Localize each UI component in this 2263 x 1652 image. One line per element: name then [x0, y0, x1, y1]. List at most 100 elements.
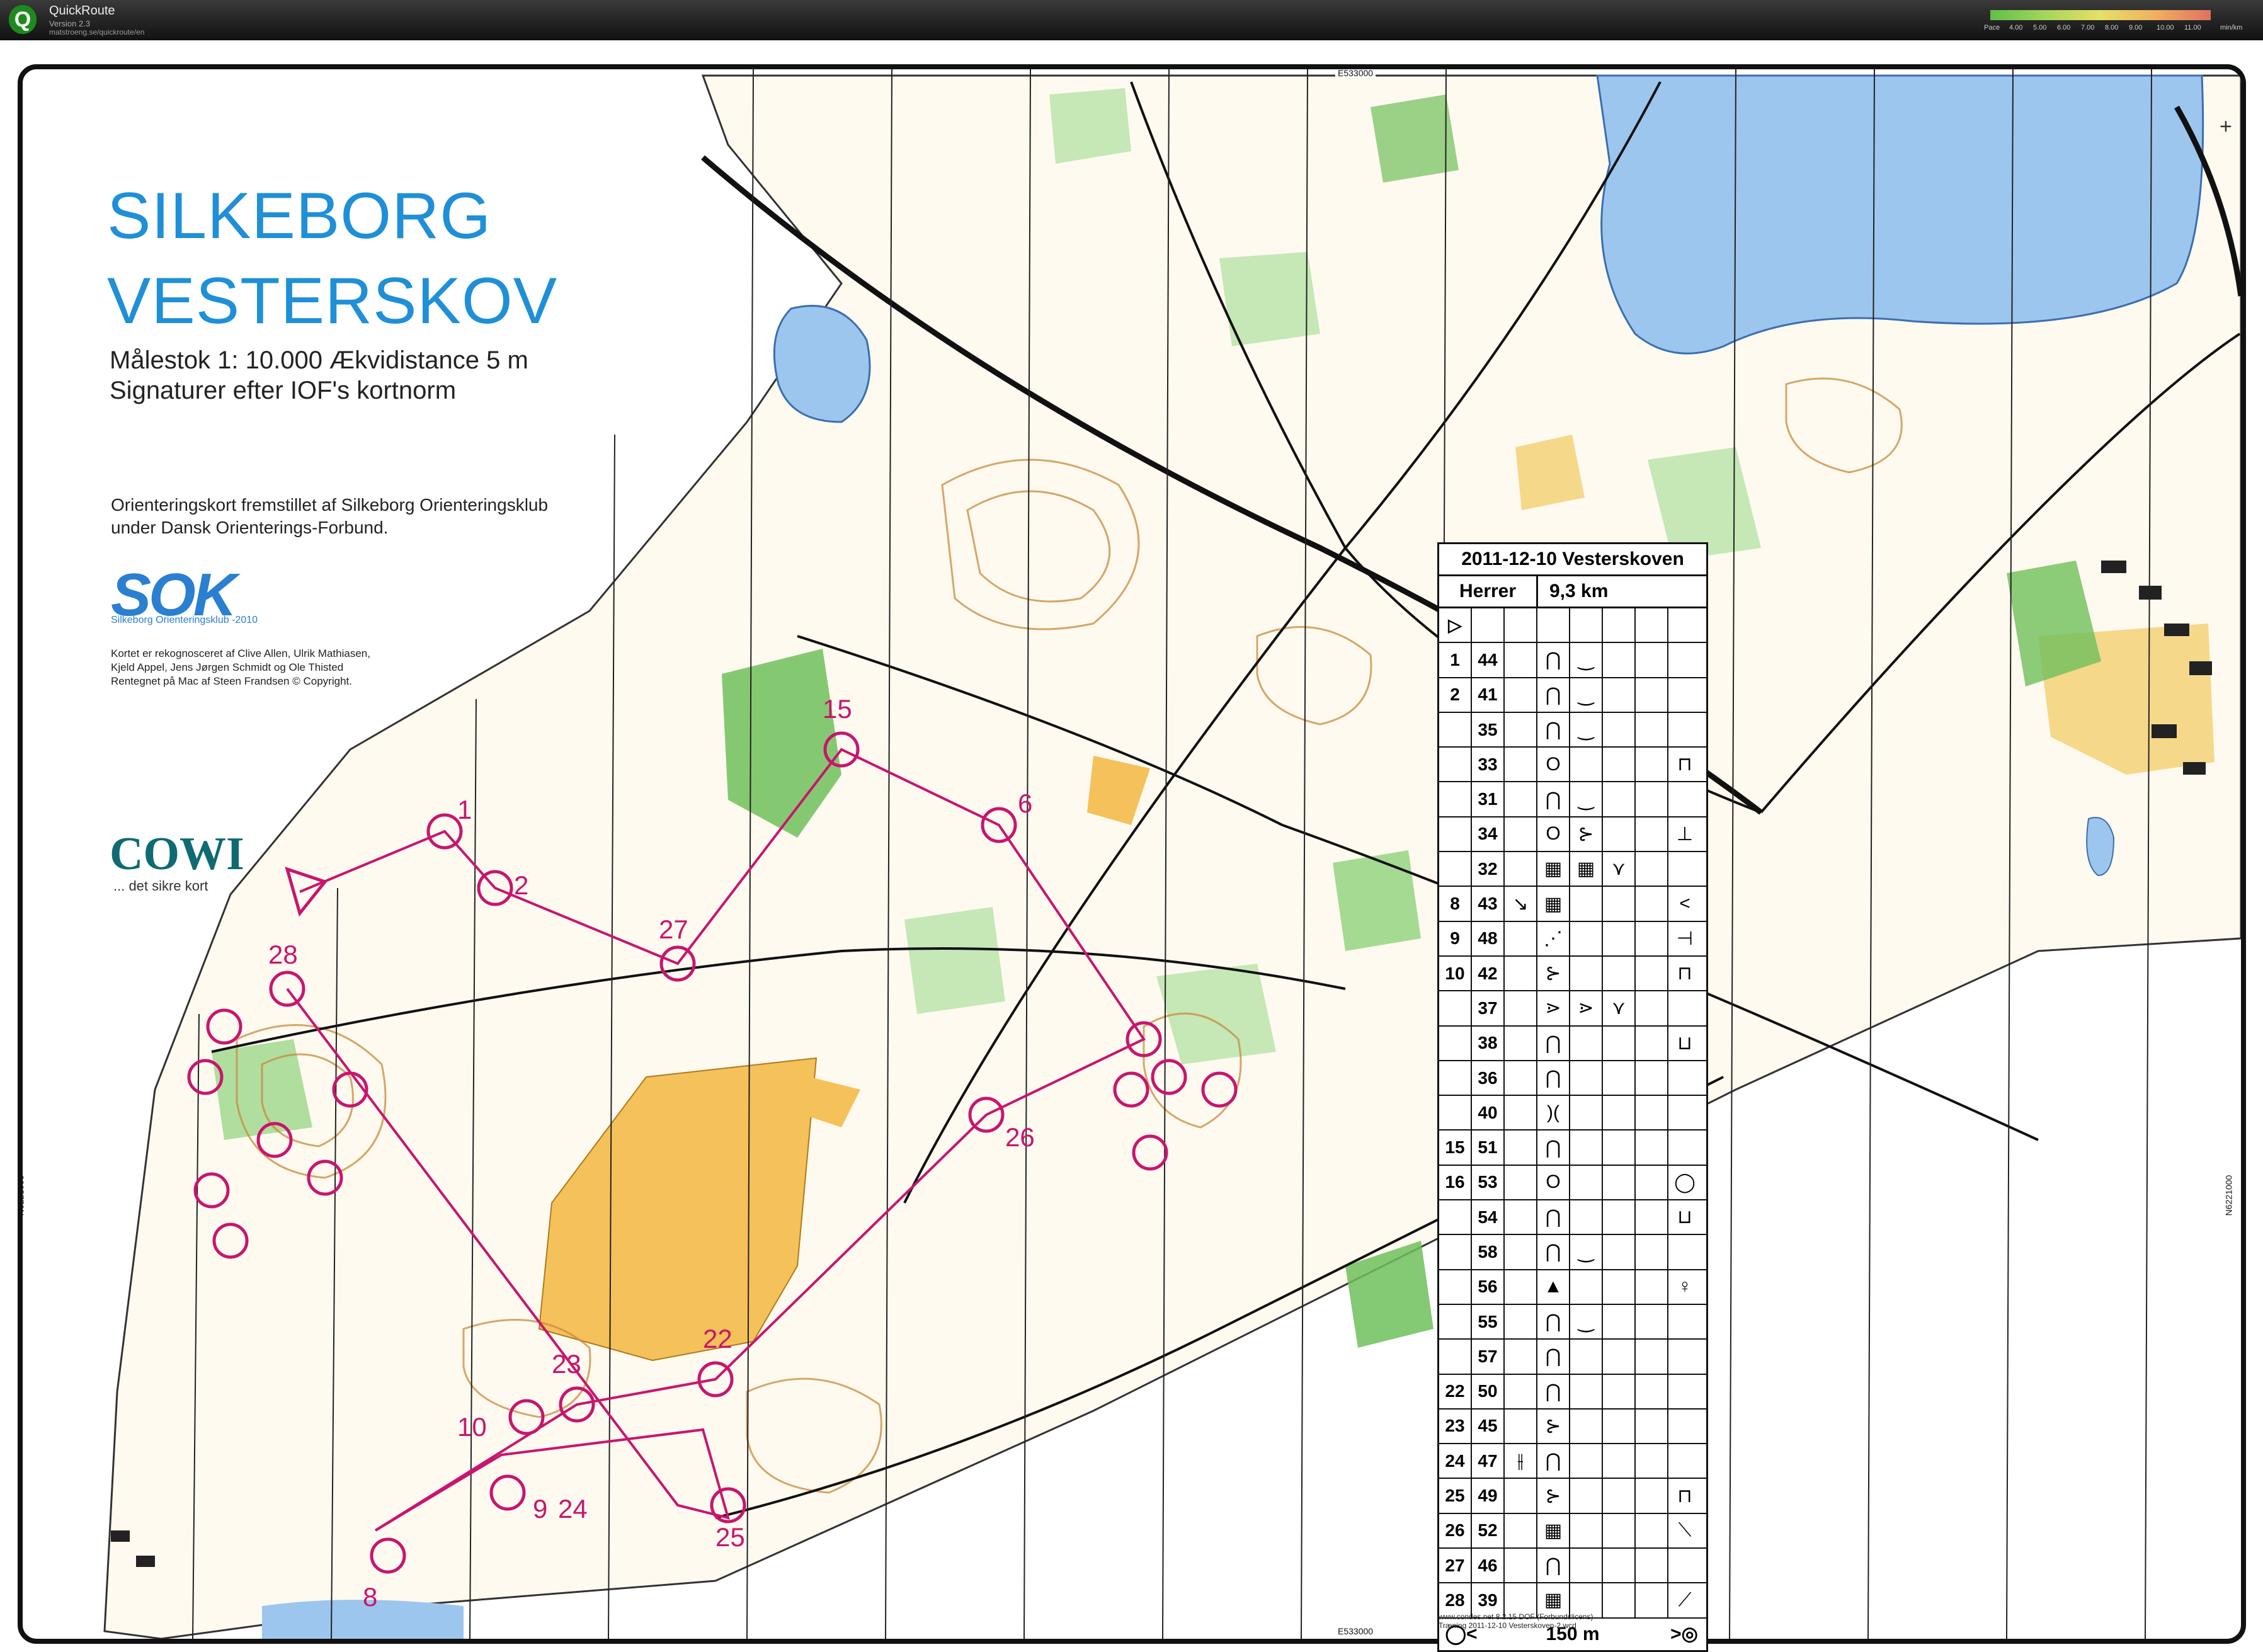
- cd-control-number: [1439, 1304, 1472, 1339]
- quickroute-logo-icon: Q: [9, 5, 37, 34]
- cd-row: 27 46 ⋂: [1439, 1549, 1706, 1584]
- cd-control-number: [1439, 1200, 1472, 1234]
- cd-symbol: [1505, 1340, 1537, 1374]
- cd-symbol: [1636, 1340, 1668, 1374]
- cd-control-code: 51: [1472, 1131, 1505, 1165]
- cd-row: 55 ⋂ ‿: [1439, 1304, 1706, 1340]
- cd-control-code: 37: [1472, 991, 1505, 1025]
- cd-symbol: [1505, 1270, 1537, 1304]
- cd-symbol: [1570, 1200, 1603, 1234]
- cd-control-number: [1439, 1340, 1472, 1374]
- cd-symbol: [1505, 1549, 1537, 1583]
- finish-circle-icon: >◎: [1670, 1624, 1698, 1645]
- control-label: 6: [1018, 789, 1032, 818]
- cd-symbol: [1603, 1026, 1636, 1060]
- cd-row: 54 ⋂ ⊔: [1439, 1200, 1706, 1236]
- cd-symbol: [1636, 1026, 1668, 1060]
- cd-row: 58 ⋂ ‿: [1439, 1235, 1706, 1270]
- cd-control-number: 2: [1439, 678, 1472, 712]
- cd-symbol: ▦: [1537, 852, 1570, 886]
- cd-symbol: [1570, 1374, 1603, 1408]
- cd-symbol: )(: [1537, 1096, 1570, 1130]
- cd-row: 24 47 ⫲ ⋂: [1439, 1444, 1706, 1479]
- cd-symbol: [1636, 782, 1668, 816]
- sponsor-logo: COWI: [110, 828, 244, 880]
- cd-symbol: [1570, 1444, 1603, 1478]
- cd-control-number: [1439, 1270, 1472, 1304]
- cd-symbol: ‿: [1570, 643, 1603, 677]
- cd-row: 26 52 ▦ ⟍: [1439, 1513, 1706, 1549]
- cd-control-number: 1: [1439, 643, 1472, 677]
- cd-control-number: [1439, 991, 1472, 1025]
- cd-empty: [1472, 608, 1505, 642]
- cd-symbol: [1570, 1131, 1603, 1165]
- cd-symbol: [1668, 1410, 1701, 1443]
- cd-symbol: [1603, 1513, 1636, 1548]
- cd-symbol: <: [1679, 893, 1690, 914]
- cd-symbol: ▦: [1537, 1513, 1570, 1548]
- cd-symbol: ⋂: [1537, 1549, 1570, 1583]
- cd-software-note: www.condes.net 8.2.15 DOF (Forbundslicen…: [1439, 1612, 1593, 1621]
- cd-symbol: [1668, 1340, 1701, 1373]
- cd-symbol: [1505, 678, 1537, 712]
- cd-rows: 1 44 ⋂ ‿ 2 41 ⋂ ‿ 35 ⋂ ‿ 33 O ⊓ 31 ⋂ ‿ 34 O ⊱ ⊥ 32 ▦ ▦ ⋎ 8 43 ↘ ▦ <9 4…: [1439, 643, 1706, 1619]
- control-label: 23: [552, 1349, 581, 1379]
- app-toolbar: Q QuickRoute Version 2.3 matstroeng.se/q…: [0, 0, 2263, 40]
- cd-symbol: [1668, 1375, 1701, 1408]
- cd-empty: [1570, 608, 1603, 642]
- cd-symbol: [1636, 748, 1668, 782]
- open-field: [1515, 435, 1585, 510]
- cd-symbol: ⋂: [1537, 712, 1570, 747]
- map-credit: Kortet er rekognosceret af Clive Allen, …: [111, 647, 370, 659]
- cd-symbol: [1603, 1444, 1636, 1478]
- cd-symbol: [1570, 956, 1603, 991]
- cd-symbol: [1636, 1513, 1668, 1548]
- cd-symbol: ⟋: [1678, 1589, 1692, 1610]
- cd-row: 32 ▦ ▦ ⋎: [1439, 852, 1706, 887]
- cd-symbol: [1668, 678, 1701, 712]
- cd-row: 22 50 ⋂: [1439, 1374, 1706, 1410]
- cd-symbol: [1668, 1235, 1701, 1268]
- cd-row: 36 ⋂: [1439, 1061, 1706, 1097]
- pace-tick: 9.00: [2129, 24, 2143, 31]
- cd-control-code: 45: [1472, 1409, 1505, 1444]
- cd-symbol: [1505, 1026, 1537, 1060]
- green-area: [1333, 850, 1421, 951]
- cd-class: Herrer: [1439, 576, 1538, 607]
- cd-symbol: ⋂: [1537, 1304, 1570, 1339]
- cd-control-code: 55: [1472, 1304, 1505, 1339]
- cd-symbol: [1603, 1200, 1636, 1234]
- cd-symbol: ⊓: [1677, 754, 1692, 775]
- cd-symbol: O: [1537, 817, 1570, 852]
- cd-symbol: [1570, 1479, 1603, 1513]
- cd-symbol: [1505, 1061, 1537, 1095]
- cd-symbol: ⊔: [1677, 1207, 1692, 1228]
- cd-row: 37 ⋗ ⋗ ⋎: [1439, 991, 1706, 1027]
- cd-symbol: [1636, 712, 1668, 747]
- map-credit: Rentegnet på Mac af Steen Frandsen © Cop…: [111, 675, 352, 687]
- cd-symbol: ⋗: [1537, 991, 1570, 1025]
- cd-symbol: [1603, 1479, 1636, 1513]
- cd-control-code: 50: [1472, 1374, 1505, 1408]
- cd-symbol: ⋂: [1537, 1131, 1570, 1165]
- plus-icon[interactable]: +: [2220, 115, 2232, 139]
- map-canvas[interactable]: 1 2 6 8 9 10 15 22 23 24 25 26 27 28 E53…: [0, 40, 2263, 1652]
- cd-symbol: [1603, 1409, 1636, 1444]
- coordinate-left: N6221000: [23, 1172, 26, 1219]
- cd-symbol: [1636, 921, 1668, 955]
- cd-symbol: ⋗: [1570, 991, 1603, 1025]
- cd-symbol: [1668, 1444, 1701, 1478]
- cd-symbol: [1570, 1270, 1603, 1304]
- cd-row: 33 O ⊓: [1439, 748, 1706, 783]
- cd-symbol: [1603, 643, 1636, 677]
- green-area: [904, 907, 1005, 1014]
- control-label: 9: [533, 1494, 547, 1524]
- cd-control-code: 40: [1472, 1096, 1505, 1130]
- cd-symbol: [1603, 712, 1636, 747]
- cd-control-number: 24: [1439, 1444, 1472, 1478]
- cd-symbol: [1668, 643, 1701, 676]
- cd-symbol: [1505, 1409, 1537, 1444]
- control-label: 2: [514, 870, 528, 900]
- map-title-line2: VESTERSKOV: [107, 265, 558, 338]
- cd-control-code: 56: [1472, 1270, 1505, 1304]
